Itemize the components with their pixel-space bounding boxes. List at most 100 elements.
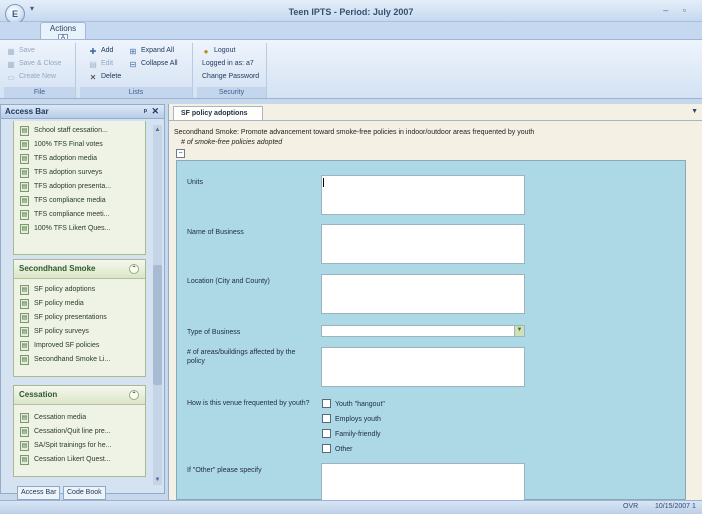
checkbox-other[interactable]: Other	[322, 444, 353, 454]
checkbox-youth-hangout[interactable]: Youth "hangout"	[322, 399, 385, 409]
collapse-toggle-icon[interactable]: −	[176, 149, 185, 158]
access-bar-title: Access Bar	[5, 107, 49, 116]
section-title: Secondhand Smoke	[19, 264, 96, 273]
checkbox[interactable]	[322, 444, 331, 453]
create-new-button[interactable]: ▭ Create New	[6, 71, 56, 83]
save-close-button[interactable]: ▦ Save & Close	[6, 58, 61, 70]
scroll-thumb[interactable]	[153, 265, 162, 385]
checkbox[interactable]	[322, 414, 331, 423]
tab-list-arrow-icon[interactable]: ▼	[691, 108, 698, 115]
list-item[interactable]: ▤ SF policy media	[14, 297, 145, 311]
tab-actions[interactable]: Actions A	[40, 22, 86, 43]
delete-button[interactable]: ✕ Delete	[88, 71, 122, 83]
logout-icon: ●	[203, 47, 209, 56]
form-icon: ▤	[20, 313, 29, 323]
pin-icon[interactable]: ᵖ	[144, 105, 147, 118]
list-item[interactable]: ▤ School staff cessation...	[14, 124, 145, 138]
checkbox[interactable]	[322, 429, 331, 438]
checkbox[interactable]	[322, 399, 331, 408]
entry-form: Units Name of Business Location (City an…	[176, 160, 686, 501]
edit-icon: ▤	[89, 60, 97, 69]
change-password-button[interactable]: Change Password	[202, 71, 259, 83]
add-button[interactable]: ✚ Add	[88, 45, 114, 57]
dropdown-arrow-icon[interactable]: ▼	[514, 326, 524, 336]
list-item[interactable]: ▤ SA/Spit trainings for he...	[14, 439, 145, 453]
form-icon: ▤	[20, 182, 29, 192]
areas-affected-label: # of areas/buildings affected by the pol…	[187, 349, 296, 365]
list-item[interactable]: ▤ SF policy presentations	[14, 311, 145, 325]
form-icon: ▤	[20, 299, 29, 309]
collapse-chevron-icon[interactable]: ⌃	[129, 264, 139, 274]
collapse-all-button[interactable]: ⊟ Collapse All	[128, 58, 178, 70]
status-bar: OVR 10/15/2007 1	[0, 500, 702, 514]
areas-affected-input[interactable]	[321, 347, 525, 387]
list-item[interactable]: ▤ TFS adoption presenta...	[14, 180, 145, 194]
section-title: Cessation	[19, 390, 58, 399]
list-item[interactable]: ▤ Improved SF policies	[14, 339, 145, 353]
list-item[interactable]: ▤ TFS adoption surveys	[14, 166, 145, 180]
accordion-header[interactable]: Secondhand Smoke ⌃	[14, 260, 145, 279]
tab-actions-label: Actions	[49, 24, 77, 33]
save-close-icon: ▦	[7, 60, 15, 69]
expand-all-label: Expand All	[141, 47, 175, 54]
business-name-label: Name of Business	[187, 229, 244, 236]
delete-icon: ✕	[89, 73, 97, 82]
save-label: Save	[19, 47, 35, 54]
group-file: ▦ Save ▦ Save & Close ▭ Create New File	[4, 43, 76, 98]
title-bar: E ▾ Teen IPTS - Period: July 2007 – ▫	[0, 0, 702, 24]
other-specify-input[interactable]	[321, 463, 525, 501]
list-item[interactable]: ▤ TFS compliance meeti...	[14, 208, 145, 222]
business-type-select[interactable]: ▼	[321, 325, 525, 337]
logout-button[interactable]: ● Logout	[201, 45, 236, 57]
scroll-up-icon[interactable]: ▲	[153, 125, 162, 135]
accordion-cessation: Cessation ⌃ ▤ Cessation media ▤ Cessation/…	[13, 385, 146, 477]
accordion-header[interactable]: Cessation ⌃	[14, 386, 145, 405]
document-area: SF policy adoptions ▼ Secondhand Smoke: …	[168, 104, 702, 501]
text-cursor	[323, 178, 324, 187]
checkbox-family-friendly[interactable]: Family-friendly	[322, 429, 381, 439]
group-lists-title: Lists	[80, 87, 192, 98]
form-icon: ▤	[20, 427, 29, 437]
group-lists: ✚ Add ▤ Edit ✕ Delete ⊞ Expand All ⊟ Collapse…	[80, 43, 193, 98]
window-controls[interactable]: – ▫	[663, 5, 692, 15]
form-icon: ▤	[20, 441, 29, 451]
collapse-chevron-icon[interactable]: ⌃	[129, 390, 139, 400]
form-icon: ▤	[20, 355, 29, 365]
form-icon: ▤	[20, 126, 29, 136]
group-security: ● Logout Logged in as: a7 Change Password…	[197, 43, 267, 98]
save-button[interactable]: ▦ Save	[6, 45, 35, 57]
business-name-input[interactable]	[321, 224, 525, 264]
access-bar-scrollbar[interactable]: ▲ ▼	[153, 125, 162, 485]
list-item[interactable]: ▤ TFS adoption media	[14, 152, 145, 166]
edit-button[interactable]: ▤ Edit	[88, 58, 113, 70]
form-icon: ▤	[20, 285, 29, 295]
units-input[interactable]	[321, 175, 525, 215]
list-item[interactable]: ▤ 100% TFS Final votes	[14, 138, 145, 152]
access-bar-header: Access Bar ᵖ ✕	[1, 105, 164, 119]
document-tab[interactable]: SF policy adoptions	[173, 106, 263, 120]
form-icon: ▤	[20, 196, 29, 206]
list-item[interactable]: ▤ Cessation/Quit line pre...	[14, 425, 145, 439]
tab-access-bar[interactable]: Access Bar	[17, 486, 61, 500]
accordion-secondhand-smoke: Secondhand Smoke ⌃ ▤ SF policy adoptions …	[13, 259, 146, 377]
collapse-all-label: Collapse All	[141, 60, 178, 67]
tab-code-book[interactable]: Code Book	[63, 486, 106, 500]
list-item[interactable]: ▤ Cessation Likert Quest...	[14, 453, 145, 467]
edit-label: Edit	[101, 60, 114, 67]
list-item[interactable]: ▤ TFS compliance media	[14, 194, 145, 208]
list-item[interactable]: ▤ SF policy surveys	[14, 325, 145, 339]
expand-all-button[interactable]: ⊞ Expand All	[128, 45, 174, 57]
checkbox-employs-youth[interactable]: Employs youth	[322, 414, 381, 424]
list-item[interactable]: ▤ Secondhand Smoke Li...	[14, 353, 145, 367]
close-icon[interactable]: ✕	[151, 105, 159, 118]
expand-all-icon: ⊞	[129, 47, 137, 56]
list-item[interactable]: ▤ SF policy adoptions	[14, 283, 145, 297]
list-item[interactable]: ▤ Cessation media	[14, 411, 145, 425]
logout-label: Logout	[214, 47, 236, 54]
list-item[interactable]: ▤ 100% TFS Likert Ques...	[14, 222, 145, 236]
location-input[interactable]	[321, 274, 525, 314]
scroll-down-icon[interactable]: ▼	[153, 475, 162, 485]
form-icon: ▤	[20, 140, 29, 150]
save-close-label: Save & Close	[19, 60, 62, 67]
accordion-tobacco-free-schools: ▤ School staff cessation... ▤ 100% TFS Fin…	[13, 121, 146, 255]
